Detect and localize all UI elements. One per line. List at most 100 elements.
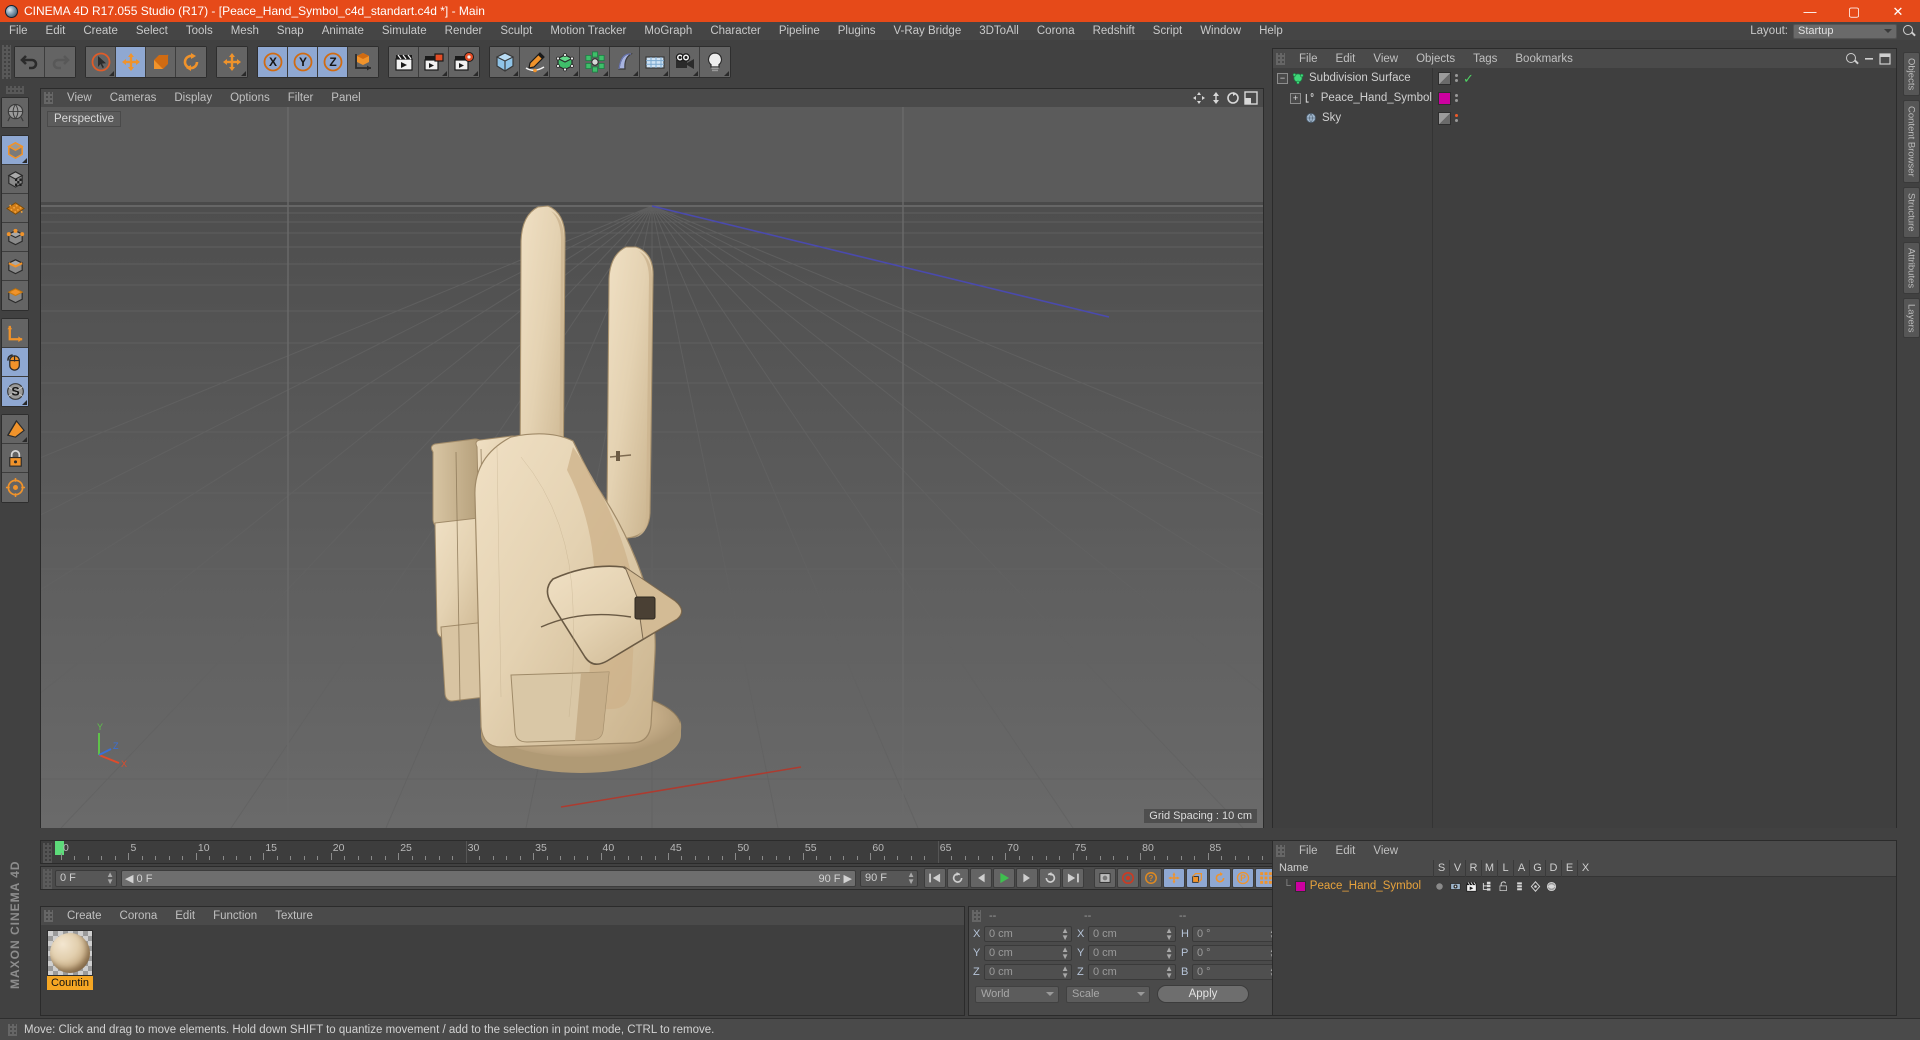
material-swatch[interactable] bbox=[1294, 880, 1306, 892]
menu-item-sculpt[interactable]: Sculpt bbox=[491, 22, 541, 40]
visibility-dot[interactable] bbox=[1455, 74, 1458, 77]
attr-column-d[interactable]: D bbox=[1545, 859, 1561, 877]
menu-item-corona[interactable]: Corona bbox=[1028, 22, 1084, 40]
undo-view-tool[interactable] bbox=[2, 98, 28, 127]
dropdown-corner-icon[interactable] bbox=[22, 158, 27, 163]
attr-list-menu-edit[interactable]: Edit bbox=[1327, 845, 1365, 857]
eye-icon[interactable] bbox=[1449, 880, 1462, 893]
coordinate-position-field[interactable]: 0 cm ▲ ▼ bbox=[984, 963, 1072, 980]
model-mode-tool[interactable] bbox=[2, 165, 28, 194]
render-to-picture-viewer[interactable] bbox=[419, 47, 449, 77]
unlock-icon[interactable] bbox=[1497, 880, 1510, 893]
workplane-tool[interactable] bbox=[2, 415, 28, 444]
add-bend-deformer[interactable] bbox=[610, 47, 640, 77]
material-menu-edit[interactable]: Edit bbox=[166, 910, 204, 922]
add-camera[interactable] bbox=[670, 47, 700, 77]
step-forward-button[interactable] bbox=[1016, 868, 1038, 888]
loop-button[interactable] bbox=[1039, 868, 1061, 888]
enabled-check-icon[interactable]: ✓ bbox=[1463, 72, 1474, 85]
add-floor-scene[interactable] bbox=[640, 47, 670, 77]
menu-item-v-ray-bridge[interactable]: V-Ray Bridge bbox=[884, 22, 970, 40]
go-to-start-button[interactable] bbox=[924, 868, 946, 888]
object-menu-edit[interactable]: Edit bbox=[1327, 53, 1365, 65]
material-tag-icon[interactable] bbox=[1438, 91, 1451, 105]
move-4way-icon[interactable] bbox=[1192, 91, 1206, 105]
menu-item-animate[interactable]: Animate bbox=[313, 22, 373, 40]
coordinate-system-dropdown[interactable]: World bbox=[975, 985, 1059, 1003]
step-back-button[interactable] bbox=[970, 868, 992, 888]
menu-item-file[interactable]: File bbox=[0, 22, 37, 40]
spinner-icon[interactable]: ▲▼ bbox=[1165, 964, 1173, 979]
snap-settings-tool[interactable]: S bbox=[2, 377, 28, 406]
dropdown-corner-icon[interactable] bbox=[241, 71, 246, 76]
coordinates-grip[interactable] bbox=[972, 909, 981, 922]
rotation-key-button[interactable] bbox=[1209, 868, 1231, 888]
end-frame-field[interactable]: 90 F ▲ ▼ bbox=[860, 869, 918, 887]
menu-item-simulate[interactable]: Simulate bbox=[373, 22, 436, 40]
redo-button[interactable] bbox=[45, 47, 75, 77]
rotate-circle-icon[interactable] bbox=[1226, 91, 1240, 105]
coordinate-size-field[interactable]: 0 cm ▲ ▼ bbox=[1088, 963, 1176, 980]
spinner-icon[interactable]: ▲▼ bbox=[1165, 945, 1173, 960]
render-clapboard-icon[interactable] bbox=[1465, 880, 1478, 893]
preview-range-bar[interactable]: ◀ 0 F 90 F ▶ bbox=[121, 869, 856, 887]
visibility-dots[interactable] bbox=[1455, 94, 1458, 102]
object-menu-bookmarks[interactable]: Bookmarks bbox=[1506, 53, 1582, 65]
object-axis-tool[interactable] bbox=[2, 319, 28, 348]
move-tool[interactable] bbox=[116, 47, 146, 77]
dropdown-corner-icon[interactable] bbox=[22, 437, 27, 442]
object-search-icon[interactable] bbox=[1845, 52, 1859, 66]
attr-column-v[interactable]: V bbox=[1449, 859, 1465, 877]
maximize-button[interactable]: ▢ bbox=[1832, 0, 1876, 22]
material-menu-function[interactable]: Function bbox=[204, 910, 266, 922]
object-tree[interactable]: − Subdivision Surface +0 Peace_Hand_Symbol S… bbox=[1273, 68, 1433, 828]
minus-icon[interactable] bbox=[1863, 53, 1875, 65]
lock-workplane-tool[interactable] bbox=[2, 444, 28, 473]
material-menu-texture[interactable]: Texture bbox=[266, 910, 322, 922]
visibility-dot[interactable] bbox=[1455, 119, 1458, 122]
coordinate-rotation-field[interactable]: 0 °▲▼ bbox=[1192, 944, 1280, 961]
toolbar-grip[interactable] bbox=[2, 45, 11, 79]
points-mode-tool[interactable] bbox=[2, 223, 28, 252]
dropdown-corner-icon[interactable] bbox=[22, 400, 27, 405]
current-frame-field[interactable]: 0 F ▲ ▼ bbox=[55, 869, 117, 887]
visibility-dots[interactable] bbox=[1455, 114, 1458, 122]
menu-item-tools[interactable]: Tools bbox=[177, 22, 222, 40]
menu-item-plugins[interactable]: Plugins bbox=[829, 22, 885, 40]
menu-item-select[interactable]: Select bbox=[127, 22, 177, 40]
edges-mode-tool[interactable] bbox=[2, 252, 28, 281]
coordinate-size-field[interactable]: 0 cm ▲ ▼ bbox=[1088, 944, 1176, 961]
go-to-end-button[interactable] bbox=[1062, 868, 1084, 888]
material-thumbnail[interactable]: Countin bbox=[47, 930, 93, 990]
object-tag-row[interactable] bbox=[1434, 108, 1896, 128]
viewport-3d-scene[interactable]: Y X Z bbox=[41, 107, 1263, 828]
object-tag-area[interactable]: ✓ bbox=[1434, 68, 1896, 828]
menu-item-edit[interactable]: Edit bbox=[37, 22, 75, 40]
attr-list-menu-view[interactable]: View bbox=[1364, 845, 1407, 857]
coordinate-position-field[interactable]: 0 cm ▲ ▼ bbox=[984, 944, 1072, 961]
visibility-tag-icon[interactable] bbox=[1438, 71, 1451, 85]
menu-item-create[interactable]: Create bbox=[74, 22, 127, 40]
spinner-icon[interactable]: ▲▼ bbox=[1165, 926, 1173, 941]
sphere-dot-icon[interactable] bbox=[1433, 880, 1446, 893]
dropdown-corner-icon[interactable] bbox=[442, 71, 447, 76]
menu-item-pipeline[interactable]: Pipeline bbox=[770, 22, 829, 40]
hierarchy-icon[interactable] bbox=[1481, 880, 1494, 893]
menu-item-render[interactable]: Render bbox=[436, 22, 492, 40]
material-menu-create[interactable]: Create bbox=[58, 910, 111, 922]
lock-z-axis[interactable]: Z bbox=[318, 47, 348, 77]
dropdown-corner-icon[interactable] bbox=[693, 71, 698, 76]
visibility-dot[interactable] bbox=[1455, 79, 1458, 82]
object-expander-icon[interactable]: − bbox=[1277, 72, 1288, 84]
object-menu-view[interactable]: View bbox=[1364, 53, 1407, 65]
visibility-dots[interactable] bbox=[1455, 74, 1458, 82]
timeline-ruler[interactable]: 051015202530354045505560657075808590 bbox=[40, 840, 1305, 864]
layout-dropdown[interactable]: Startup bbox=[1793, 23, 1897, 39]
coordinate-size-field[interactable]: 0 cm ▲ ▼ bbox=[1088, 925, 1176, 942]
object-row[interactable]: Sky bbox=[1273, 108, 1432, 128]
lock-x-axis[interactable]: X bbox=[258, 47, 288, 77]
autokeying-button[interactable] bbox=[1117, 868, 1139, 888]
timebar-grip[interactable] bbox=[43, 869, 52, 889]
menu-item-help[interactable]: Help bbox=[1250, 22, 1292, 40]
scale-key-button[interactable] bbox=[1186, 868, 1208, 888]
